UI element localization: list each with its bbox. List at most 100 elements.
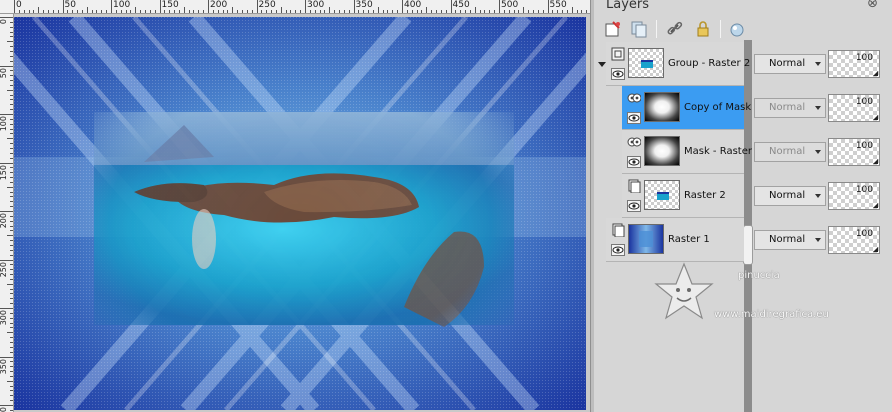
ruler-tick <box>0 259 13 261</box>
opacity-field[interactable]: 100 <box>828 182 880 210</box>
ruler-minor-tick <box>67 10 69 13</box>
ruler-tick <box>547 0 549 13</box>
ruler-minor-tick <box>295 10 297 13</box>
ruler-minor-tick <box>10 172 13 174</box>
duplicate-icon[interactable] <box>628 18 650 40</box>
ruler-minor-tick <box>7 138 13 140</box>
ruler-minor-tick <box>10 225 13 227</box>
horizontal-ruler: 0 50 100 150 200 250 300 350 400 450 500 550 <box>0 0 590 14</box>
blend-mode-select[interactable]: Normal <box>754 142 826 162</box>
opacity-field[interactable]: 100 <box>828 138 880 166</box>
ruler-minor-tick <box>57 10 59 13</box>
ruler-minor-tick <box>10 361 13 363</box>
close-icon[interactable]: ⊗ <box>867 0 878 11</box>
ruler-minor-tick <box>338 10 340 13</box>
ruler-minor-tick <box>144 10 146 13</box>
ruler-minor-tick <box>445 10 447 13</box>
ruler-label: 550 <box>549 0 567 10</box>
ruler-minor-tick <box>319 10 321 13</box>
ruler-minor-tick <box>120 10 122 13</box>
ruler-minor-tick <box>130 10 132 13</box>
ruler-minor-tick <box>10 84 13 86</box>
layer-thumbnail[interactable] <box>628 48 664 78</box>
ruler-minor-tick <box>329 7 331 13</box>
toolbar-separator <box>656 20 657 38</box>
ruler-minor-tick <box>125 10 127 13</box>
ruler-minor-tick <box>149 10 151 13</box>
eye-icon[interactable] <box>626 154 642 170</box>
ruler-minor-tick <box>469 10 471 13</box>
ruler-minor-tick <box>368 10 370 13</box>
scrollbar-thumb[interactable] <box>743 225 753 265</box>
canvas-image[interactable] <box>14 17 586 410</box>
ruler-minor-tick <box>23 10 25 13</box>
panel-title-bar[interactable]: Layers ⊗ <box>594 0 892 14</box>
opacity-field[interactable]: 100 <box>828 94 880 122</box>
layer-row[interactable]: Mask - Raster <box>622 130 752 174</box>
new-layer-icon[interactable] <box>602 18 624 40</box>
eye-icon[interactable] <box>610 242 626 258</box>
ruler-minor-tick <box>10 317 13 319</box>
opacity-field[interactable]: 100 <box>828 50 880 78</box>
layer-thumbnail[interactable] <box>628 224 664 254</box>
resize-corner-icon <box>873 203 878 208</box>
ruler-minor-tick <box>10 254 13 256</box>
ruler-minor-tick <box>101 10 103 13</box>
ruler-minor-tick <box>557 10 559 13</box>
ruler-minor-tick <box>363 10 365 13</box>
eye-icon[interactable] <box>610 66 626 82</box>
canvas-workspace[interactable]: 0 50 100 150 200 250 300 350 400 450 500 550 0 50 100… <box>0 0 590 412</box>
blend-mode-select[interactable]: Normal <box>754 230 826 250</box>
blend-mode-select[interactable]: Normal <box>754 98 826 118</box>
mask-icon[interactable] <box>726 18 748 40</box>
ruler-minor-tick <box>10 104 13 106</box>
ruler-minor-tick <box>435 10 437 13</box>
layer-name: Raster 1 <box>668 234 710 245</box>
ruler-minor-tick <box>7 186 13 188</box>
eye-icon[interactable] <box>626 198 642 214</box>
ruler-minor-tick <box>334 10 336 13</box>
ruler-minor-tick <box>10 240 13 242</box>
ruler-minor-tick <box>10 80 13 82</box>
toolbar-separator <box>720 20 721 38</box>
ruler-minor-tick <box>10 206 13 208</box>
layer-thumbnail[interactable] <box>644 92 680 122</box>
resize-corner-icon <box>873 159 878 164</box>
ruler-minor-tick <box>324 10 326 13</box>
ruler-minor-tick <box>10 167 13 169</box>
layer-thumbnail[interactable] <box>644 180 680 210</box>
link-icon[interactable] <box>664 18 686 40</box>
ruler-minor-tick <box>178 10 180 13</box>
layer-row[interactable]: Group - Raster 2 <box>606 42 750 86</box>
chevron-down-icon <box>815 62 821 66</box>
ruler-minor-tick <box>406 10 408 13</box>
ruler-minor-tick <box>10 303 13 305</box>
ruler-minor-tick <box>28 10 30 13</box>
ruler-minor-tick <box>193 10 195 13</box>
layer-thumbnail[interactable] <box>644 136 680 166</box>
ruler-minor-tick <box>440 10 442 13</box>
ruler-minor-tick <box>10 181 13 183</box>
blend-mode-select[interactable]: Normal <box>754 54 826 74</box>
ruler-minor-tick <box>10 60 13 62</box>
lock-icon[interactable] <box>692 18 714 40</box>
blend-mode-select[interactable]: Normal <box>754 186 826 206</box>
opacity-field[interactable]: 100 <box>828 226 880 254</box>
layer-row[interactable]: Raster 1 <box>606 218 744 262</box>
ruler-minor-tick <box>10 346 13 348</box>
collapse-arrow-icon[interactable] <box>594 56 610 72</box>
layer-row[interactable]: Raster 2 <box>622 174 744 218</box>
ruler-tick <box>402 0 403 13</box>
chevron-down-icon <box>815 238 821 242</box>
ruler-minor-tick <box>10 337 13 339</box>
ruler-minor-tick <box>10 75 13 77</box>
ruler-minor-tick <box>10 293 13 295</box>
ruler-minor-tick <box>52 10 54 13</box>
eye-icon[interactable] <box>626 110 642 126</box>
layer-row[interactable]: Copy of Mask <box>622 86 751 130</box>
ruler-minor-tick <box>246 10 248 13</box>
ruler-minor-tick <box>10 366 13 368</box>
ruler-label: 150 <box>161 0 179 10</box>
ruler-tick <box>256 0 258 13</box>
ruler-minor-tick <box>115 10 117 13</box>
